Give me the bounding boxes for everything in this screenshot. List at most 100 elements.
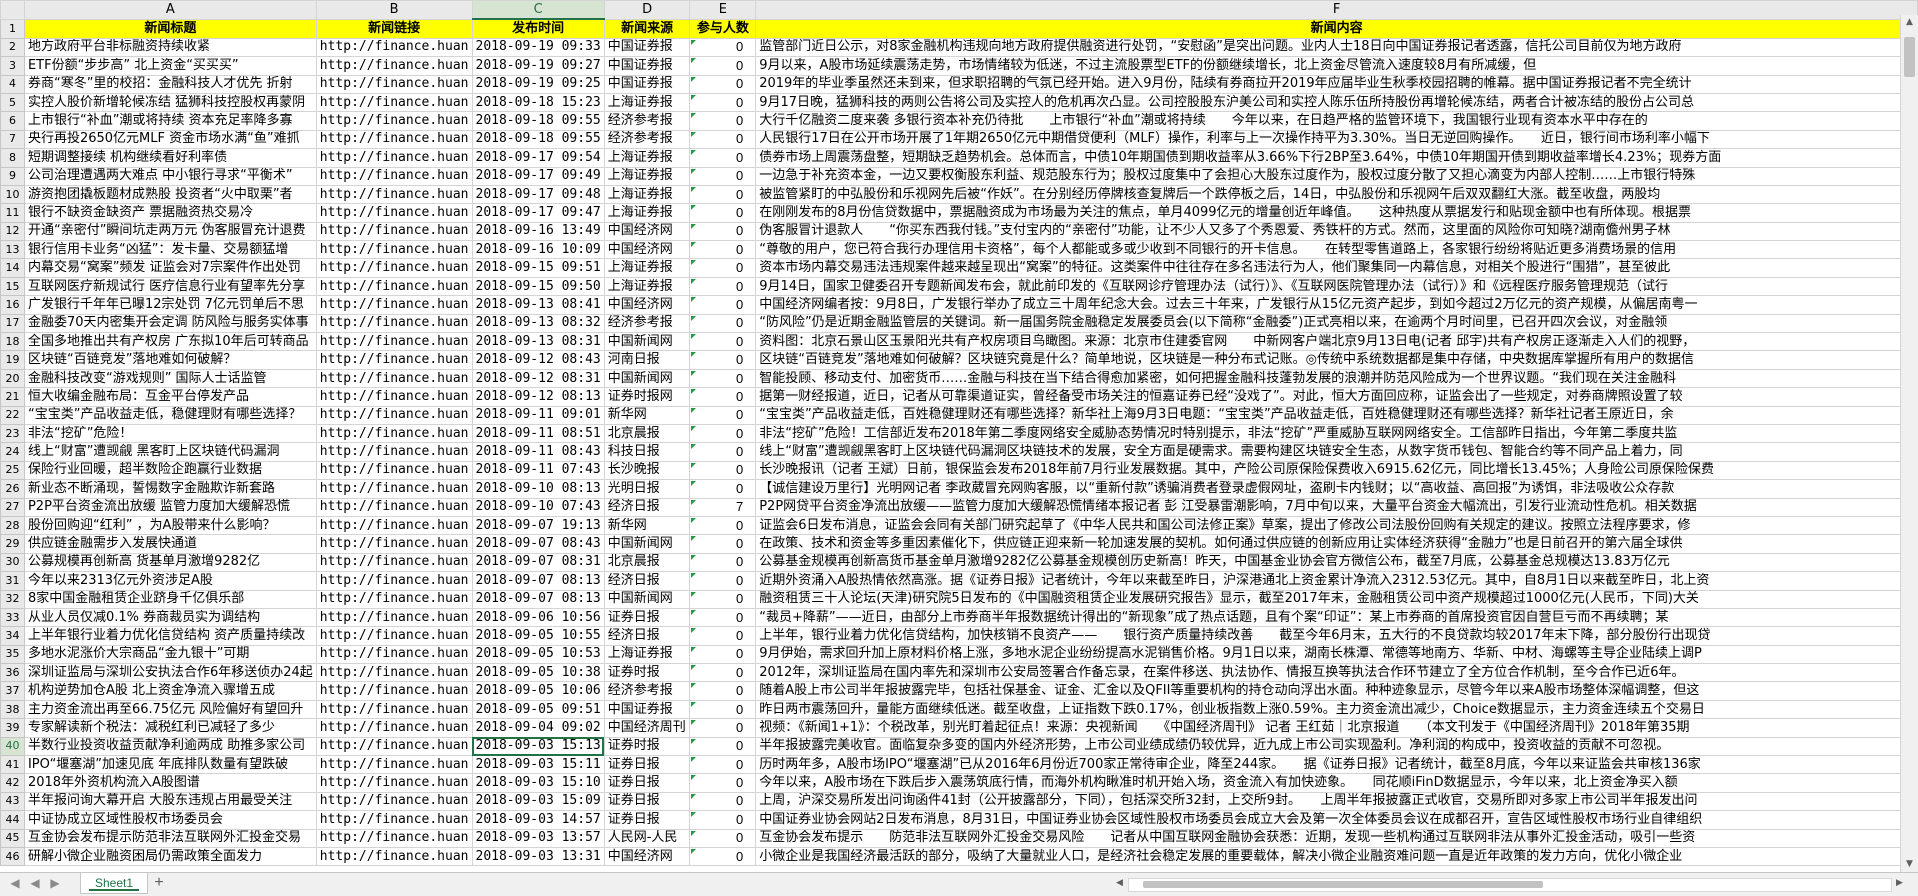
row-number[interactable]: 29: [0, 534, 25, 554]
cell-f[interactable]: 在刚刚发布的8月份信贷数据中，票据融资成为市场最为关注的焦点，单月4099亿元的…: [755, 203, 1918, 223]
cell-a[interactable]: 从业人员仅减0.1% 券商裁员实为调结构: [23, 607, 317, 628]
cell-f[interactable]: 长沙晚报讯（记者 王斌）日前，银保监会发布2018年前7月行业发展数据。其中，产…: [755, 460, 1918, 481]
cell-d[interactable]: 证券日报: [603, 791, 691, 812]
cell-b[interactable]: http://finance.huan: [315, 589, 473, 609]
cell-d[interactable]: 上海证券报: [603, 92, 691, 113]
cell-f[interactable]: “尊敬的用户，您已符合我行办理信用卡资格”，每个人都能或多或少收到不同银行的开卡…: [755, 240, 1918, 260]
cell-e[interactable]: 0: [689, 571, 757, 591]
row-number[interactable]: 13: [0, 240, 25, 260]
cell-c[interactable]: 2018-09-15 09:50: [471, 276, 605, 297]
cell-e[interactable]: 0: [689, 258, 757, 278]
cell-c[interactable]: 2018-09-12 08:13: [471, 387, 605, 407]
cell-a[interactable]: 实控人股价新增轮候冻结 猛狮科技控股权再蒙阴: [23, 92, 317, 113]
cell-a[interactable]: 上半年银行业着力优化信贷结构 资产质量持续改: [23, 626, 317, 646]
cell-a[interactable]: 保险行业回暖，超半数险企跑赢行业数据: [23, 460, 317, 481]
cell-a[interactable]: P2P平台资金流出放缓 监管力度加大缓解恐慌: [23, 497, 317, 517]
cell-d[interactable]: 上海证券报: [603, 258, 691, 278]
cell-a[interactable]: 机构逆势加仓A股 北上资金净流入骤增五成: [23, 681, 317, 701]
row-number[interactable]: 15: [0, 276, 25, 297]
cell-d[interactable]: 证券时报网: [603, 387, 691, 407]
cell-b[interactable]: http://finance.huan: [315, 497, 473, 517]
row-number[interactable]: 30: [0, 552, 25, 573]
cell-d[interactable]: 中国经济网: [603, 221, 691, 242]
cell-d[interactable]: 科技日报: [603, 442, 691, 462]
cell-e[interactable]: 0: [689, 607, 757, 628]
scroll-left-icon[interactable]: ◀: [1116, 877, 1123, 888]
cell-a[interactable]: 广发银行千年年已曝12宗处罚 7亿元罚单后不思: [23, 295, 317, 315]
cell-e[interactable]: 0: [689, 828, 757, 848]
cell-c[interactable]: 2018-09-17 09:48: [471, 184, 605, 205]
cell-a[interactable]: 开通“亲密付”瞬间坑走两万元 伪客服冒充计退费: [23, 221, 317, 242]
header-cell[interactable]: 新闻内容: [755, 18, 1918, 39]
cell-e[interactable]: 0: [689, 681, 757, 701]
cell-a[interactable]: 互金协会发布提示防范非法互联网外汇投金交易: [23, 828, 317, 848]
cell-a[interactable]: 半数行业投资收益贡献净利逾两成 助推多家公司: [23, 736, 317, 757]
cell-c[interactable]: 2018-09-13 08:41: [471, 295, 605, 315]
column-header-f[interactable]: F: [755, 0, 1918, 20]
cell-e[interactable]: 0: [689, 74, 757, 94]
cell-f[interactable]: 一边急于补充资本金，一边又要权衡股东利益、规范股东行为；股权过度集中了会担心大股…: [755, 166, 1918, 186]
cell-c[interactable]: 2018-09-03 13:31: [471, 846, 605, 867]
cell-d[interactable]: 中国经济网: [603, 846, 691, 867]
cell-f[interactable]: 【诚信建设万里行】光明网记者 李政葳冒充网购客服，以“重新付款”诱骗消费者登录虚…: [755, 479, 1918, 499]
row-number[interactable]: 23: [0, 423, 25, 444]
cell-b[interactable]: http://finance.huan: [315, 663, 473, 683]
cell-b[interactable]: http://finance.huan: [315, 74, 473, 94]
header-cell[interactable]: 发布时间: [471, 18, 605, 39]
cell-c[interactable]: 2018-09-19 09:27: [471, 56, 605, 76]
column-header-b[interactable]: B: [315, 0, 473, 20]
cell-a[interactable]: 区块链“百链竞发”落地难如何破解？: [23, 350, 317, 370]
cell-c[interactable]: 2018-09-13 08:31: [471, 332, 605, 352]
cell-f[interactable]: 伪客服冒计退款人 “你买东西我付钱。”支付宝内的“亲密付”功能，让不少人又多了个…: [755, 221, 1918, 242]
cell-a[interactable]: 内幕交易“窝案”频发 证监会对7宗案件作出处罚: [23, 258, 317, 278]
cell-f[interactable]: 公募基金规模再创新高货币基金单月激增9282亿公募基金规模创历史新高！昨天，中国…: [755, 552, 1918, 573]
row-number[interactable]: 5: [0, 92, 25, 113]
cell-f[interactable]: 近期外资涌入A股热情依然高涨。据《证券日报》记者统计，今年以来截至昨日，沪深港通…: [755, 571, 1918, 591]
cell-a[interactable]: 2018年外资机构流入A股图谱: [23, 773, 317, 793]
header-cell[interactable]: 新闻标题: [23, 18, 317, 39]
cell-d[interactable]: 证券日报: [603, 607, 691, 628]
cell-e[interactable]: 0: [689, 221, 757, 242]
cell-f[interactable]: “宝宝类”产品收益走低，百姓稳健理财还有哪些选择？新华社上海9月3日电题：“宝宝…: [755, 405, 1918, 425]
cell-a[interactable]: 上市银行“补血”潮或将持续 资本充足率降多寡: [23, 111, 317, 131]
vertical-scroll-thumb[interactable]: [1904, 37, 1915, 77]
row-number[interactable]: 25: [0, 460, 25, 481]
scroll-right-icon[interactable]: ▶: [1896, 877, 1903, 888]
cell-a[interactable]: 股份回购迎“红利” ，为A股带来什么影响？: [23, 515, 317, 536]
row-number[interactable]: 43: [0, 791, 25, 812]
cell-d[interactable]: 证券日报: [603, 773, 691, 793]
row-number[interactable]: 2: [0, 37, 25, 58]
cell-f[interactable]: 9月伊始，需求回升加上原材料价格上涨，多地水泥企业纷纷提高水泥销售价格。9月1日…: [755, 644, 1918, 665]
row-number[interactable]: 32: [0, 589, 25, 609]
cell-c[interactable]: 2018-09-03 15:11: [471, 755, 605, 775]
cell-e[interactable]: 0: [689, 37, 757, 58]
vertical-scrollbar[interactable]: ▲ ▼: [1900, 15, 1918, 872]
cell-e[interactable]: 0: [689, 203, 757, 223]
row-number[interactable]: 20: [0, 368, 25, 389]
cell-b[interactable]: http://finance.huan: [315, 423, 473, 444]
cell-d[interactable]: 中国证券报: [603, 56, 691, 76]
cell-d[interactable]: 中国经济周刊: [603, 718, 691, 738]
cell-f[interactable]: 被监管紧盯的中弘股份和乐视网先后被“作妖”。在分别经历停牌核查复牌后一个跌停板之…: [755, 184, 1918, 205]
row-number[interactable]: 22: [0, 405, 25, 425]
cell-b[interactable]: http://finance.huan: [315, 56, 473, 76]
cell-a[interactable]: 半年报问询大幕开启 大股东违规占用最受关注: [23, 791, 317, 812]
cell-c[interactable]: 2018-09-15 09:51: [471, 258, 605, 278]
cell-c[interactable]: 2018-09-19 09:25: [471, 74, 605, 94]
row-number[interactable]: 39: [0, 718, 25, 738]
cell-a[interactable]: 银行不缺资金缺资产 票据融资热交易冷: [23, 203, 317, 223]
cell-d[interactable]: 中国经济网: [603, 240, 691, 260]
cell-d[interactable]: 中国新闻网: [603, 332, 691, 352]
cell-f[interactable]: 昨日两市震荡回升，量能方面继续低迷。截至收盘，上证指数下跌0.17%，创业板指数…: [755, 699, 1918, 720]
cell-a[interactable]: 中证协成立区域性股权市场委员会: [23, 810, 317, 830]
cell-d[interactable]: 中国新闻网: [603, 368, 691, 389]
cell-e[interactable]: 0: [689, 442, 757, 462]
row-number[interactable]: 37: [0, 681, 25, 701]
cell-c[interactable]: 2018-09-17 09:49: [471, 166, 605, 186]
row-number[interactable]: 42: [0, 773, 25, 793]
cell-c[interactable]: 2018-09-18 09:55: [471, 129, 605, 150]
cell-a[interactable]: 多地水泥涨价大宗商品“金九银十”可期: [23, 644, 317, 665]
cell-e[interactable]: 7: [689, 497, 757, 517]
cell-f[interactable]: 随着A股上市公司半年报披露完毕，包括社保基金、证金、汇金以及QFII等重要机构的…: [755, 681, 1918, 701]
cell-f[interactable]: 债券市场上周震荡盘整，短期缺乏趋势机会。总体而言，中债10年期国债到期收益率从3…: [755, 148, 1918, 168]
